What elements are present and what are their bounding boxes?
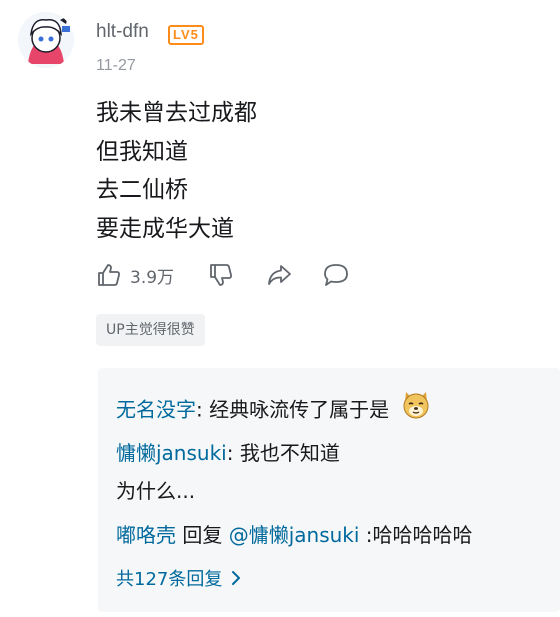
reply-label: 回复 xyxy=(176,523,229,547)
thumbs-up-icon xyxy=(98,264,120,286)
comment-line: 但我知道 xyxy=(96,138,188,165)
reply-item: 无名没字: 经典咏流传了属于是 xyxy=(116,390,431,432)
reply-text: 经典咏流传了属于是 xyxy=(209,397,390,422)
share-icon xyxy=(268,265,291,285)
comment-actions: 3.9万 xyxy=(96,260,396,290)
like-count: 3.9万 xyxy=(130,267,175,288)
reply-username[interactable]: 嘟咯壳 xyxy=(116,523,176,547)
comment-line: 我未曾去过成都 xyxy=(96,100,257,126)
share-button[interactable] xyxy=(266,260,292,290)
avatar[interactable] xyxy=(18,12,74,68)
level-badge: LV5 xyxy=(168,25,204,45)
reply-preview[interactable]: 无名没字: 经典咏流传了属于是 慵懒jansuki: 我也不知道 为什么... … xyxy=(98,368,560,612)
more-replies-label: 共127条回复 xyxy=(116,569,223,590)
reply-item: 嘟咯壳 回复 @慵懒jansuki :哈哈哈哈哈 xyxy=(116,516,473,554)
up-liked-tag: UP主觉得很赞 xyxy=(96,314,205,346)
comment-date: 11-27 xyxy=(96,57,136,74)
reply-separator: : xyxy=(226,441,240,465)
reply-username[interactable]: 慵懒jansuki xyxy=(116,441,227,465)
reply-button[interactable] xyxy=(323,260,349,290)
thumbs-down-icon xyxy=(210,264,232,286)
comment-line: 要走成华大道 xyxy=(96,215,234,242)
reply-username[interactable]: 无名没字 xyxy=(116,398,196,422)
chevron-right-icon xyxy=(232,571,241,585)
reply-mention[interactable]: @慵懒jansuki xyxy=(229,523,360,547)
username[interactable]: hlt-dfn xyxy=(96,21,149,43)
reply-text: :哈哈哈哈哈 xyxy=(359,523,473,547)
comment-line: 去二仙桥 xyxy=(96,177,188,203)
reply-separator: : xyxy=(196,397,210,422)
avatar-image xyxy=(18,12,74,68)
dislike-button[interactable] xyxy=(208,260,234,290)
reply-item: 慵懒jansuki: 我也不知道 xyxy=(116,434,340,472)
comment-content: 我未曾去过成都 但我知道 去二仙桥 要走成华大道 xyxy=(96,94,257,248)
like-button[interactable]: 3.9万 xyxy=(96,260,174,290)
view-more-replies[interactable]: 共127条回复 xyxy=(116,565,242,591)
comment-icon xyxy=(324,264,348,286)
reply-text: 我也不知道 xyxy=(239,441,340,465)
doge-emoji xyxy=(401,390,431,432)
reply-text-continued: 为什么... xyxy=(116,479,196,503)
